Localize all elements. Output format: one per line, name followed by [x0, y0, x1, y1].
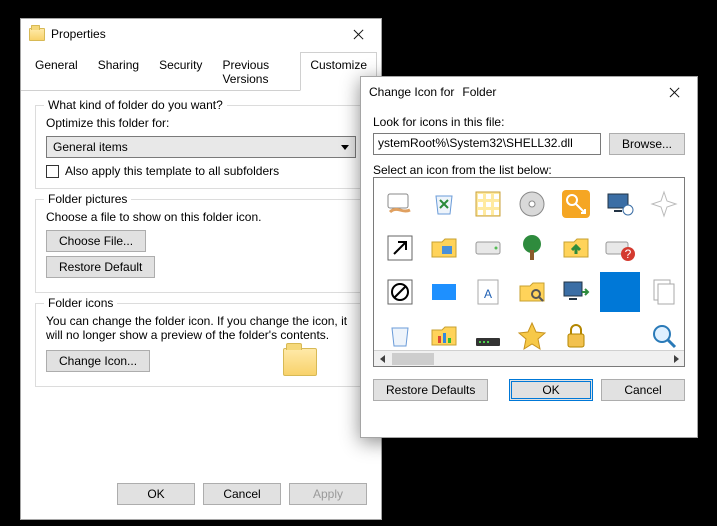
apply-subfolders-checkbox[interactable]: Also apply this template to all subfolde… — [46, 164, 356, 178]
icon-option-recycle-bin[interactable] — [424, 184, 464, 224]
group-kind-legend: What kind of folder do you want? — [44, 98, 227, 112]
properties-titlebar[interactable]: Properties — [21, 19, 381, 49]
restore-defaults-button[interactable]: Restore Defaults — [373, 379, 488, 401]
triangle-right-icon — [674, 355, 679, 363]
change-icon-title-target: Folder — [462, 85, 496, 99]
icon-path-input[interactable]: ystemRoot%\System32\SHELL32.dll — [373, 133, 601, 155]
customize-panel: What kind of folder do you want? Optimiz… — [21, 91, 381, 387]
scroll-right-button[interactable] — [668, 351, 684, 367]
optimize-select[interactable]: General items — [46, 136, 356, 158]
icon-option-drive-help[interactable]: ? — [600, 228, 640, 268]
look-for-label: Look for icons in this file: — [373, 115, 685, 129]
icon-option-blue-square[interactable] — [424, 272, 464, 312]
properties-ok-button[interactable]: OK — [117, 483, 195, 505]
icon-list: ?A — [373, 177, 685, 367]
icon-option-folder-up[interactable] — [556, 228, 596, 268]
change-icon-button[interactable]: Change Icon... — [46, 350, 150, 372]
triangle-left-icon — [380, 355, 385, 363]
icon-option-hand-share[interactable] — [380, 184, 420, 224]
properties-window: Properties General Sharing Security Prev… — [20, 18, 382, 520]
icon-option-documents[interactable] — [644, 272, 684, 312]
group-icons-legend: Folder icons — [44, 296, 117, 310]
close-icon — [670, 87, 680, 97]
icon-option-tree[interactable] — [512, 228, 552, 268]
scroll-left-button[interactable] — [374, 351, 390, 367]
change-icon-close-button[interactable] — [653, 77, 697, 107]
group-folder-icons: Folder icons You can change the folder i… — [35, 303, 367, 387]
folder-preview-icon — [283, 348, 317, 376]
close-icon — [354, 29, 364, 39]
apply-subfolders-label: Also apply this template to all subfolde… — [65, 164, 279, 178]
group-folder-kind: What kind of folder do you want? Optimiz… — [35, 105, 367, 189]
icon-option-sparkle[interactable] — [644, 184, 684, 224]
change-icon-cancel-button[interactable]: Cancel — [601, 379, 685, 401]
pictures-hint: Choose a file to show on this folder ico… — [46, 210, 356, 224]
icon-option-key[interactable] — [556, 184, 596, 224]
properties-footer: OK Cancel Apply — [117, 483, 367, 505]
icon-list-scrollbar[interactable] — [374, 350, 684, 366]
restore-default-button[interactable]: Restore Default — [46, 256, 155, 278]
choose-file-button[interactable]: Choose File... — [46, 230, 146, 252]
icon-option-blank[interactable] — [644, 228, 684, 268]
scroll-track[interactable] — [390, 351, 668, 367]
optimize-select-value: General items — [53, 140, 128, 154]
change-icon-dialog: Change Icon for Folder Look for icons in… — [360, 76, 698, 438]
icon-option-folder-app[interactable] — [424, 228, 464, 268]
chevron-down-icon — [341, 145, 349, 150]
tab-general[interactable]: General — [25, 52, 88, 91]
group-folder-pictures: Folder pictures Choose a file to show on… — [35, 199, 367, 293]
optimize-label: Optimize this folder for: — [46, 116, 356, 130]
properties-apply-button[interactable]: Apply — [289, 483, 367, 505]
icon-option-blue-sel[interactable] — [600, 272, 640, 312]
tab-security[interactable]: Security — [149, 52, 212, 91]
properties-cancel-button[interactable]: Cancel — [203, 483, 281, 505]
icon-option-monitor-settings[interactable] — [600, 184, 640, 224]
icon-option-grid-view[interactable] — [468, 184, 508, 224]
change-icon-title-prefix: Change Icon for — [369, 85, 454, 99]
checkbox-icon — [46, 165, 59, 178]
icons-hint: You can change the folder icon. If you c… — [46, 314, 356, 342]
icon-option-folder-search[interactable] — [512, 272, 552, 312]
properties-title: Properties — [51, 27, 106, 41]
select-icon-label: Select an icon from the list below: — [373, 163, 685, 177]
group-pictures-legend: Folder pictures — [44, 192, 131, 206]
icon-option-computer-go[interactable] — [556, 272, 596, 312]
svg-text:?: ? — [625, 247, 632, 261]
tab-sharing[interactable]: Sharing — [88, 52, 149, 91]
icon-option-drive[interactable] — [468, 228, 508, 268]
tab-previous-versions[interactable]: Previous Versions — [212, 52, 300, 91]
folder-icon — [29, 28, 45, 41]
browse-button[interactable]: Browse... — [609, 133, 685, 155]
change-icon-titlebar[interactable]: Change Icon for Folder — [361, 77, 697, 107]
icon-option-overlay-block[interactable] — [380, 272, 420, 312]
icon-option-font-file[interactable]: A — [468, 272, 508, 312]
properties-tabs: General Sharing Security Previous Versio… — [21, 51, 381, 91]
change-icon-ok-button[interactable]: OK — [509, 379, 593, 401]
properties-close-button[interactable] — [337, 19, 381, 49]
icon-option-cd-disc[interactable] — [512, 184, 552, 224]
svg-text:A: A — [484, 287, 492, 301]
icon-option-overlay-arrow[interactable] — [380, 228, 420, 268]
scroll-thumb[interactable] — [392, 353, 434, 365]
